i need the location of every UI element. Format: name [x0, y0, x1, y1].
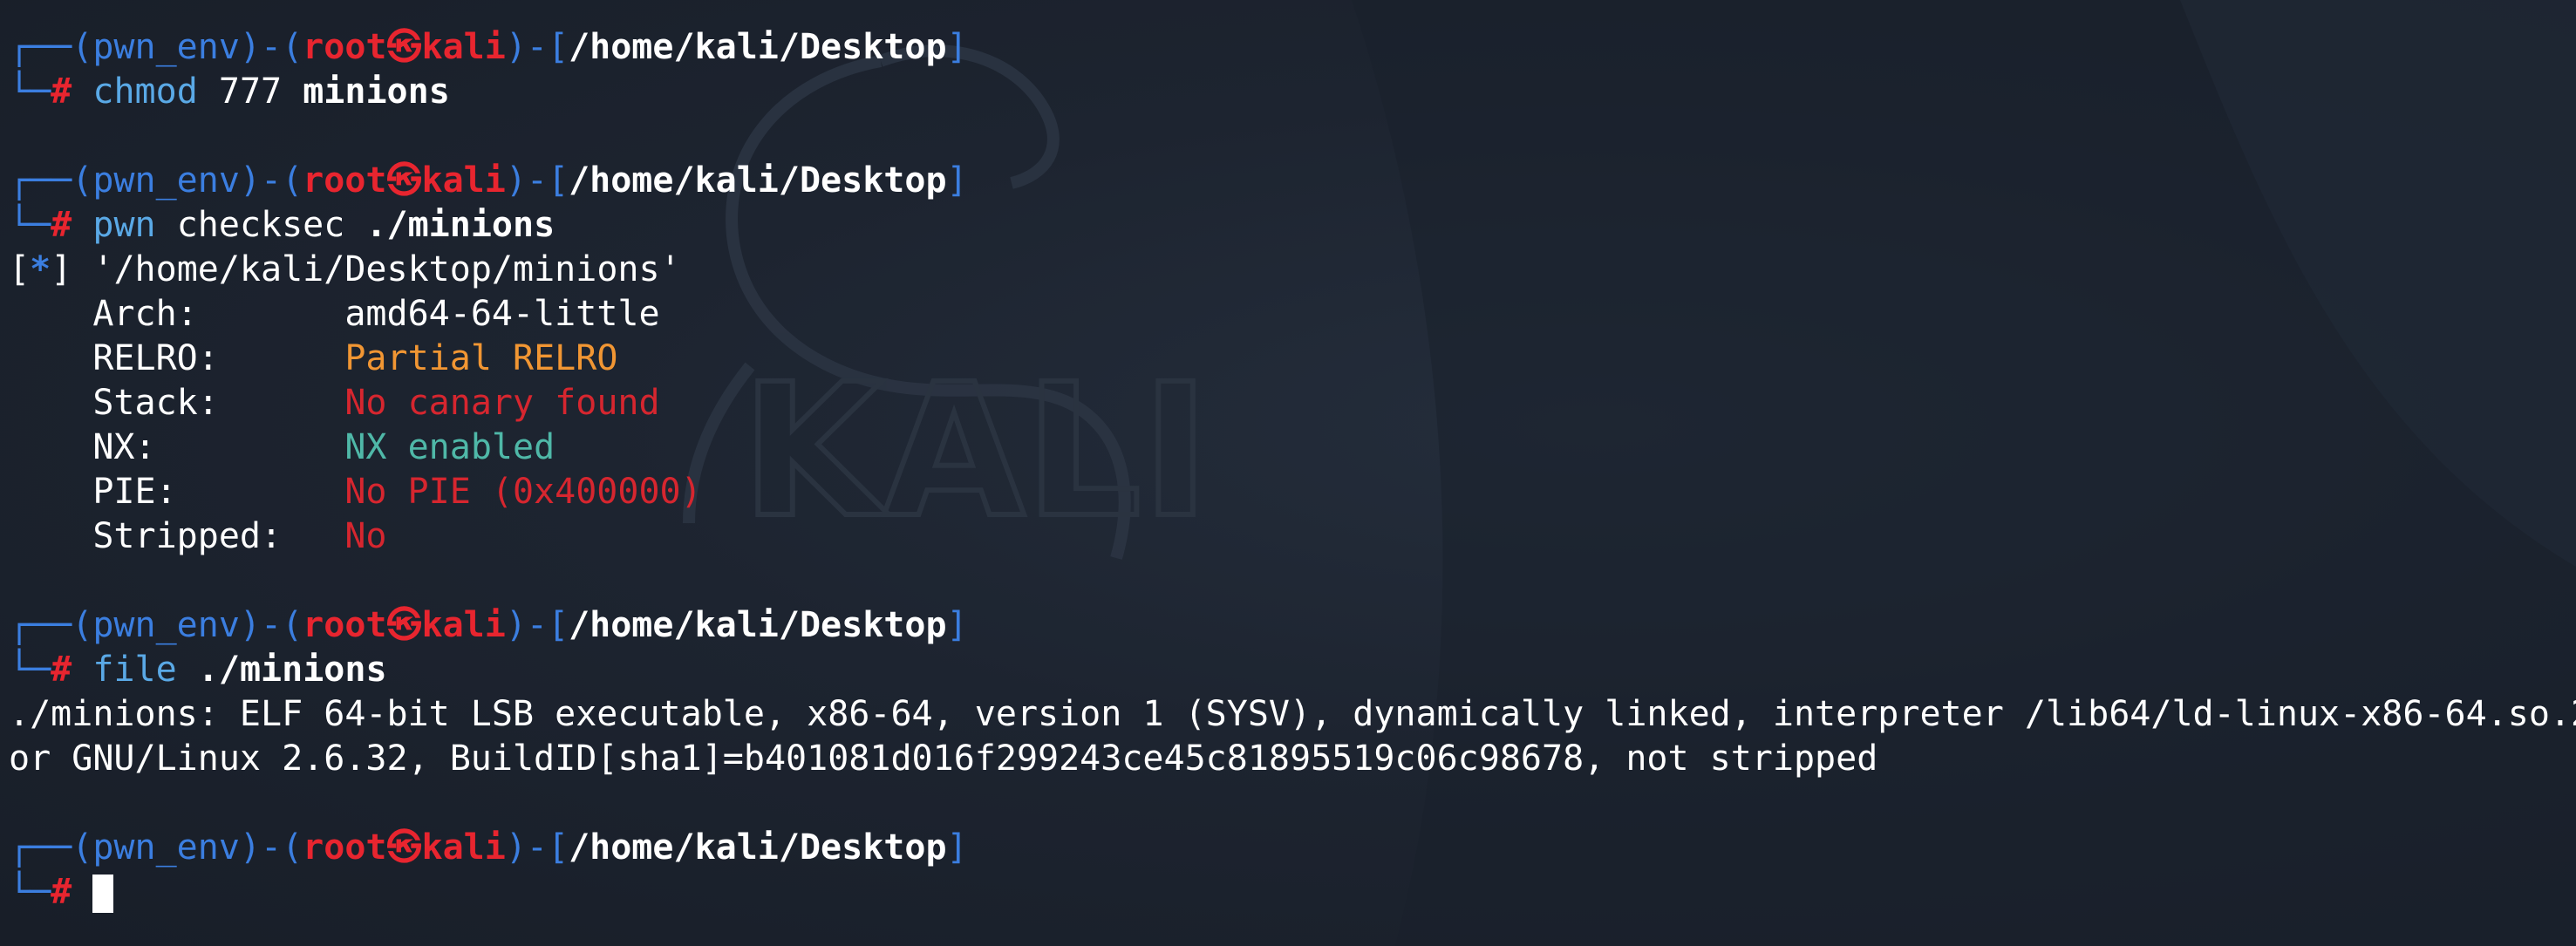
checksec-header: [*] '/home/kali/Desktop/minions'	[9, 249, 681, 289]
checksec-row: RELRO: Partial RELRO	[92, 338, 618, 378]
file-output-line: ./minions: ELF 64-bit LSB executable, x8…	[9, 694, 2576, 734]
active-command-line[interactable]: └─#	[9, 870, 2576, 915]
terminal-window[interactable]: KALI ┌──(pwn_env)-(root㉿kali)-[/home/kal…	[0, 0, 2576, 946]
command-line: └─# pwn checksec ./minions	[9, 205, 555, 245]
prompt-line: ┌──(pwn_env)-(root㉿kali)-[/home/kali/Des…	[9, 160, 968, 201]
checksec-row: Arch: amd64-64-little	[92, 294, 660, 334]
file-output-line: or GNU/Linux 2.6.32, BuildID[sha1]=b4010…	[9, 738, 1878, 779]
checksec-row: Stack: No canary found	[92, 383, 660, 423]
prompt-line: ┌──(pwn_env)-(root㉿kali)-[/home/kali/Des…	[9, 827, 968, 868]
checksec-row: NX: NX enabled	[92, 427, 555, 467]
command-line: └─# chmod 777 minions	[9, 71, 450, 112]
prompt-line: ┌──(pwn_env)-(root㉿kali)-[/home/kali/Des…	[9, 605, 968, 645]
prompt-line: ┌──(pwn_env)-(root㉿kali)-[/home/kali/Des…	[9, 27, 968, 67]
terminal-output[interactable]: ┌──(pwn_env)-(root㉿kali)-[/home/kali/Des…	[9, 25, 2576, 946]
checksec-row: PIE: No PIE (0x400000)	[92, 472, 702, 512]
command-line: └─# file ./minions	[9, 650, 387, 690]
text-cursor[interactable]	[92, 875, 114, 913]
checksec-row: Stripped: No	[92, 516, 387, 556]
